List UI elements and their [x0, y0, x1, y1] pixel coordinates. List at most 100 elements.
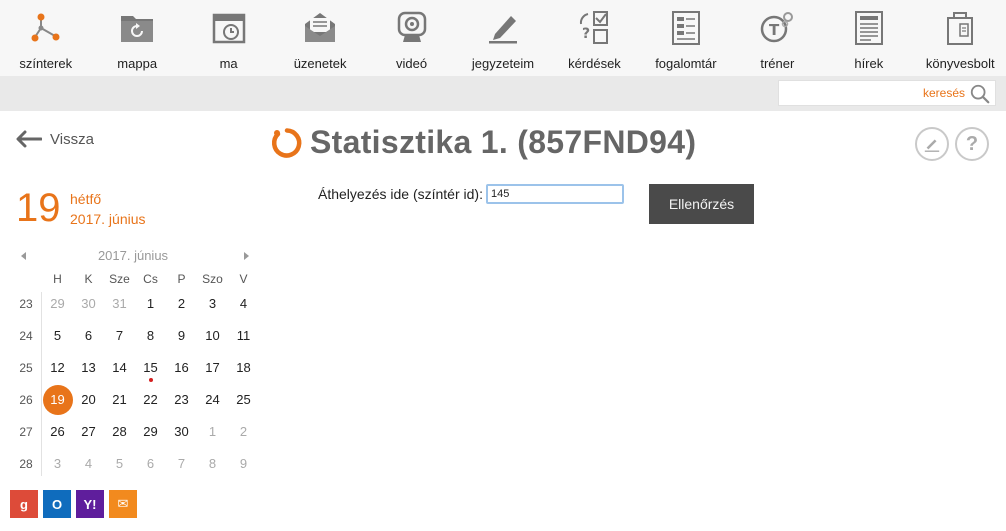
trainer-icon: T — [759, 10, 795, 51]
calendar-day[interactable]: 10 — [197, 321, 228, 351]
google-icon[interactable]: g — [10, 490, 38, 518]
calendar-day[interactable]: 17 — [197, 353, 228, 383]
calendar-day[interactable]: 7 — [104, 321, 135, 351]
calendar-day-number: 9 — [239, 456, 248, 471]
nav-label: színterek — [19, 56, 73, 71]
calendar-day-number: 27 — [81, 424, 96, 439]
nav-item-konyvesbolt[interactable]: könyvesbolt — [915, 0, 1006, 76]
calendar-day-number: 29 — [143, 424, 158, 439]
week-number: 24 — [19, 329, 33, 343]
nav-label: hírek — [854, 56, 884, 71]
calendar-day[interactable]: 3 — [42, 449, 73, 479]
calendar-day[interactable]: 13 — [73, 353, 104, 383]
nav-label: tréner — [760, 56, 795, 71]
calendar-day-number: 10 — [205, 328, 220, 343]
calendar-day-number: 6 — [146, 456, 155, 471]
calendar-day[interactable]: 30 — [73, 289, 104, 319]
weekday-header: Sze — [109, 272, 130, 286]
nav-item-video[interactable]: videó — [366, 0, 457, 76]
calendar-day[interactable]: 6 — [73, 321, 104, 351]
calendar-day[interactable]: 14 — [104, 353, 135, 383]
calendar-day[interactable]: 26 — [42, 417, 73, 447]
help-button[interactable]: ? — [955, 127, 989, 161]
calendar-day[interactable]: 1 — [197, 417, 228, 447]
pencil-icon — [485, 10, 521, 51]
calendar-day[interactable]: 18 — [228, 353, 259, 383]
check-button[interactable]: Ellenőrzés — [649, 184, 754, 224]
calendar-day-number: 12 — [50, 360, 65, 375]
edit-button[interactable] — [915, 127, 949, 161]
calendar-day[interactable]: 4 — [73, 449, 104, 479]
move-target-label: Áthelyezés ide (színtér id): — [318, 186, 483, 202]
calendar-day[interactable]: 21 — [104, 385, 135, 415]
calendar-day[interactable]: 29 — [42, 289, 73, 319]
calendar-day[interactable]: 31 — [104, 289, 135, 319]
page-title: Statisztika 1. (857FND94) — [310, 124, 697, 160]
calendar-day[interactable]: 9 — [228, 449, 259, 479]
calendar-day[interactable]: 22 — [135, 385, 166, 415]
calendar-day[interactable]: 25 — [228, 385, 259, 415]
calendar-day-selected[interactable]: 19 — [42, 385, 73, 415]
chevron-right-icon[interactable] — [240, 250, 252, 262]
search-icon[interactable] — [969, 83, 991, 105]
target-id-input[interactable] — [485, 184, 624, 204]
calendar-day[interactable]: 8 — [197, 449, 228, 479]
calendar-day[interactable]: 3 — [197, 289, 228, 319]
nav-label: ma — [219, 56, 238, 71]
arrow-left-icon — [16, 130, 42, 148]
calendar-day[interactable]: 1 — [135, 289, 166, 319]
calendar-day[interactable]: 11 — [228, 321, 259, 351]
calendar-day-number: 29 — [50, 296, 65, 311]
calendar-day[interactable]: 23 — [166, 385, 197, 415]
yahoo-icon[interactable]: Y! — [76, 490, 104, 518]
outlook-icon[interactable]: O — [43, 490, 71, 518]
calendar-day[interactable]: 20 — [73, 385, 104, 415]
calendar-day[interactable]: 9 — [166, 321, 197, 351]
week-number: 26 — [19, 393, 33, 407]
calendar-day[interactable]: 2 — [228, 417, 259, 447]
nav-item-fogalomtar[interactable]: fogalomtár — [640, 0, 731, 76]
calendar-day[interactable]: 24 — [197, 385, 228, 415]
calendar-day-number: 28 — [112, 424, 127, 439]
nav-item-ma[interactable]: ma — [183, 0, 274, 76]
nav-item-jegyzeteim[interactable]: jegyzeteim — [457, 0, 548, 76]
pencil-icon — [924, 139, 940, 152]
calendar-day[interactable]: 16 — [166, 353, 197, 383]
back-button[interactable]: Vissza — [16, 130, 94, 148]
calendar-day-number: 13 — [81, 360, 96, 375]
mail-icon[interactable]: ✉ — [109, 490, 137, 518]
svg-text:?: ? — [582, 26, 590, 42]
nav-item-hirek[interactable]: hírek — [823, 0, 914, 76]
nav-item-trener[interactable]: Ttréner — [732, 0, 823, 76]
calendar-clock-icon — [211, 10, 247, 51]
quiz-icon: ? — [576, 10, 612, 51]
weekday-header: Szo — [202, 272, 223, 286]
calendar-day[interactable]: 8 — [135, 321, 166, 351]
nav-item-szinterek[interactable]: színterek — [0, 0, 91, 76]
calendar-day[interactable]: 30 — [166, 417, 197, 447]
calendar-day[interactable]: 4 — [228, 289, 259, 319]
calendar-day-number: 25 — [236, 392, 251, 407]
weekday-header: K — [84, 272, 93, 286]
calendar-day-number: 5 — [115, 456, 124, 471]
nav-item-uzenetek[interactable]: üzenetek — [274, 0, 365, 76]
calendar-day[interactable]: 12 — [42, 353, 73, 383]
nav-label: videó — [396, 56, 428, 71]
calendar-day[interactable]: 5 — [42, 321, 73, 351]
calendar-day[interactable]: 27 — [73, 417, 104, 447]
webcam-icon — [394, 10, 430, 51]
calendar-day-number: 23 — [174, 392, 189, 407]
calendar-day-number: 20 — [81, 392, 96, 407]
today-weekday: hétfő — [70, 191, 102, 207]
calendar-day[interactable]: 7 — [166, 449, 197, 479]
nav-item-mappa[interactable]: mappa — [91, 0, 182, 76]
calendar-day[interactable]: 6 — [135, 449, 166, 479]
calendar-day-number: 18 — [236, 360, 251, 375]
calendar-day[interactable]: 5 — [104, 449, 135, 479]
nav-item-kerdesek[interactable]: ? kérdések — [549, 0, 640, 76]
calendar-day[interactable]: 2 — [166, 289, 197, 319]
nav-label: üzenetek — [293, 56, 347, 71]
calendar-day[interactable]: 28 — [104, 417, 135, 447]
calendar-day[interactable]: 29 — [135, 417, 166, 447]
search-input[interactable] — [783, 84, 965, 102]
